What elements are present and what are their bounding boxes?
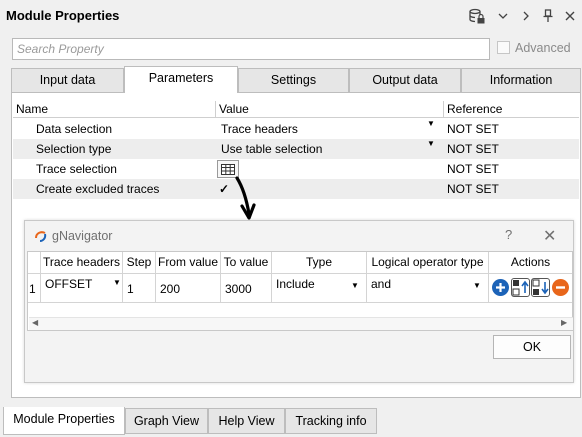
- property-row-data-selection[interactable]: Data selection Trace headers ▼ NOT SET: [13, 119, 579, 139]
- tab-information[interactable]: Information: [461, 68, 581, 92]
- column-header-name[interactable]: Name: [13, 101, 216, 118]
- chevron-down-icon[interactable]: [494, 7, 512, 25]
- column-header-logical-operator-type[interactable]: Logical operator type: [367, 252, 489, 274]
- remove-row-icon[interactable]: [551, 278, 570, 297]
- column-header-trace-headers[interactable]: Trace headers: [41, 252, 123, 274]
- move-down-icon[interactable]: [531, 278, 550, 297]
- dropdown-arrow-icon[interactable]: ▼: [473, 281, 481, 290]
- property-name: Trace selection: [36, 162, 117, 176]
- advanced-label: Advanced: [515, 41, 571, 55]
- row-index[interactable]: 1: [28, 274, 41, 303]
- bottom-tab-tracking-info[interactable]: Tracking info: [285, 408, 377, 434]
- search-property-input[interactable]: Search Property: [12, 38, 490, 60]
- dropdown-arrow-icon[interactable]: ▼: [427, 139, 435, 148]
- logical-operator-dropdown[interactable]: and: [367, 274, 489, 303]
- advanced-checkbox[interactable]: [497, 41, 510, 54]
- column-header-reference[interactable]: Reference: [444, 101, 579, 118]
- tab-settings[interactable]: Settings: [238, 68, 349, 92]
- property-name: Selection type: [36, 142, 112, 156]
- property-reference: NOT SET: [447, 162, 499, 176]
- bottom-tab-graph-view[interactable]: Graph View: [125, 408, 208, 434]
- property-name: Data selection: [36, 122, 113, 136]
- property-reference: NOT SET: [447, 142, 499, 156]
- from-value-cell[interactable]: 200: [156, 274, 221, 303]
- property-reference: NOT SET: [447, 182, 499, 196]
- bottom-tab-module-properties[interactable]: Module Properties: [3, 407, 125, 435]
- horizontal-scrollbar[interactable]: ◀ ▶: [29, 317, 573, 330]
- pin-icon[interactable]: [539, 7, 557, 25]
- checkmark-icon[interactable]: ✓: [219, 179, 229, 199]
- tab-output-data[interactable]: Output data: [349, 68, 461, 92]
- add-row-icon[interactable]: [491, 278, 510, 297]
- dialog-close-button[interactable]: ✕: [543, 226, 556, 246]
- bottom-tab-help-view[interactable]: Help View: [208, 408, 285, 434]
- selection-grid: Trace headers Step From value To value T…: [27, 251, 573, 331]
- property-row-selection-type[interactable]: Selection type Use table selection ▼ NOT…: [13, 139, 579, 159]
- move-up-icon[interactable]: [511, 278, 530, 297]
- arrow-annotation-icon: [235, 176, 256, 220]
- to-value-cell[interactable]: 3000: [221, 274, 272, 303]
- column-header-type[interactable]: Type: [272, 252, 367, 274]
- dropdown-arrow-icon[interactable]: ▼: [113, 278, 121, 287]
- property-row-trace-selection[interactable]: Trace selection NOT SET: [13, 159, 579, 179]
- window-title: Module Properties: [6, 8, 120, 23]
- dropdown-arrow-icon[interactable]: ▼: [351, 281, 359, 290]
- property-row-create-excluded-traces[interactable]: Create excluded traces ✓ NOT SET: [13, 179, 579, 199]
- actions-cell: [489, 274, 572, 303]
- property-name: Create excluded traces: [36, 182, 160, 196]
- column-header-to-value[interactable]: To value: [221, 252, 272, 274]
- property-value-dropdown[interactable]: Trace headers: [221, 119, 298, 139]
- step-cell[interactable]: 1: [123, 274, 156, 303]
- gnavigator-logo-icon: [35, 231, 47, 242]
- gnavigator-dialog: gNavigator ? ✕ Trace headers Step From v…: [24, 220, 574, 383]
- property-value-dropdown[interactable]: Use table selection: [221, 139, 322, 159]
- scroll-right-icon[interactable]: ▶: [561, 318, 567, 327]
- column-header-actions[interactable]: Actions: [489, 252, 572, 274]
- row-header-corner: [28, 252, 41, 274]
- trace-header-dropdown[interactable]: OFFSET: [41, 274, 123, 303]
- property-reference: NOT SET: [447, 122, 499, 136]
- column-header-value[interactable]: Value: [216, 101, 444, 118]
- help-button[interactable]: ?: [505, 227, 512, 242]
- tab-input-data[interactable]: Input data: [11, 68, 124, 92]
- dialog-title: gNavigator: [52, 229, 113, 243]
- column-header-step[interactable]: Step: [123, 252, 156, 274]
- tab-parameters[interactable]: Parameters: [124, 66, 238, 93]
- dropdown-arrow-icon[interactable]: ▼: [427, 119, 435, 128]
- column-header-from-value[interactable]: From value: [156, 252, 221, 274]
- database-lock-icon[interactable]: [468, 7, 486, 25]
- ok-button[interactable]: OK: [493, 335, 571, 359]
- chevron-right-icon[interactable]: [517, 7, 535, 25]
- scroll-left-icon[interactable]: ◀: [32, 318, 38, 327]
- close-icon[interactable]: [561, 7, 579, 25]
